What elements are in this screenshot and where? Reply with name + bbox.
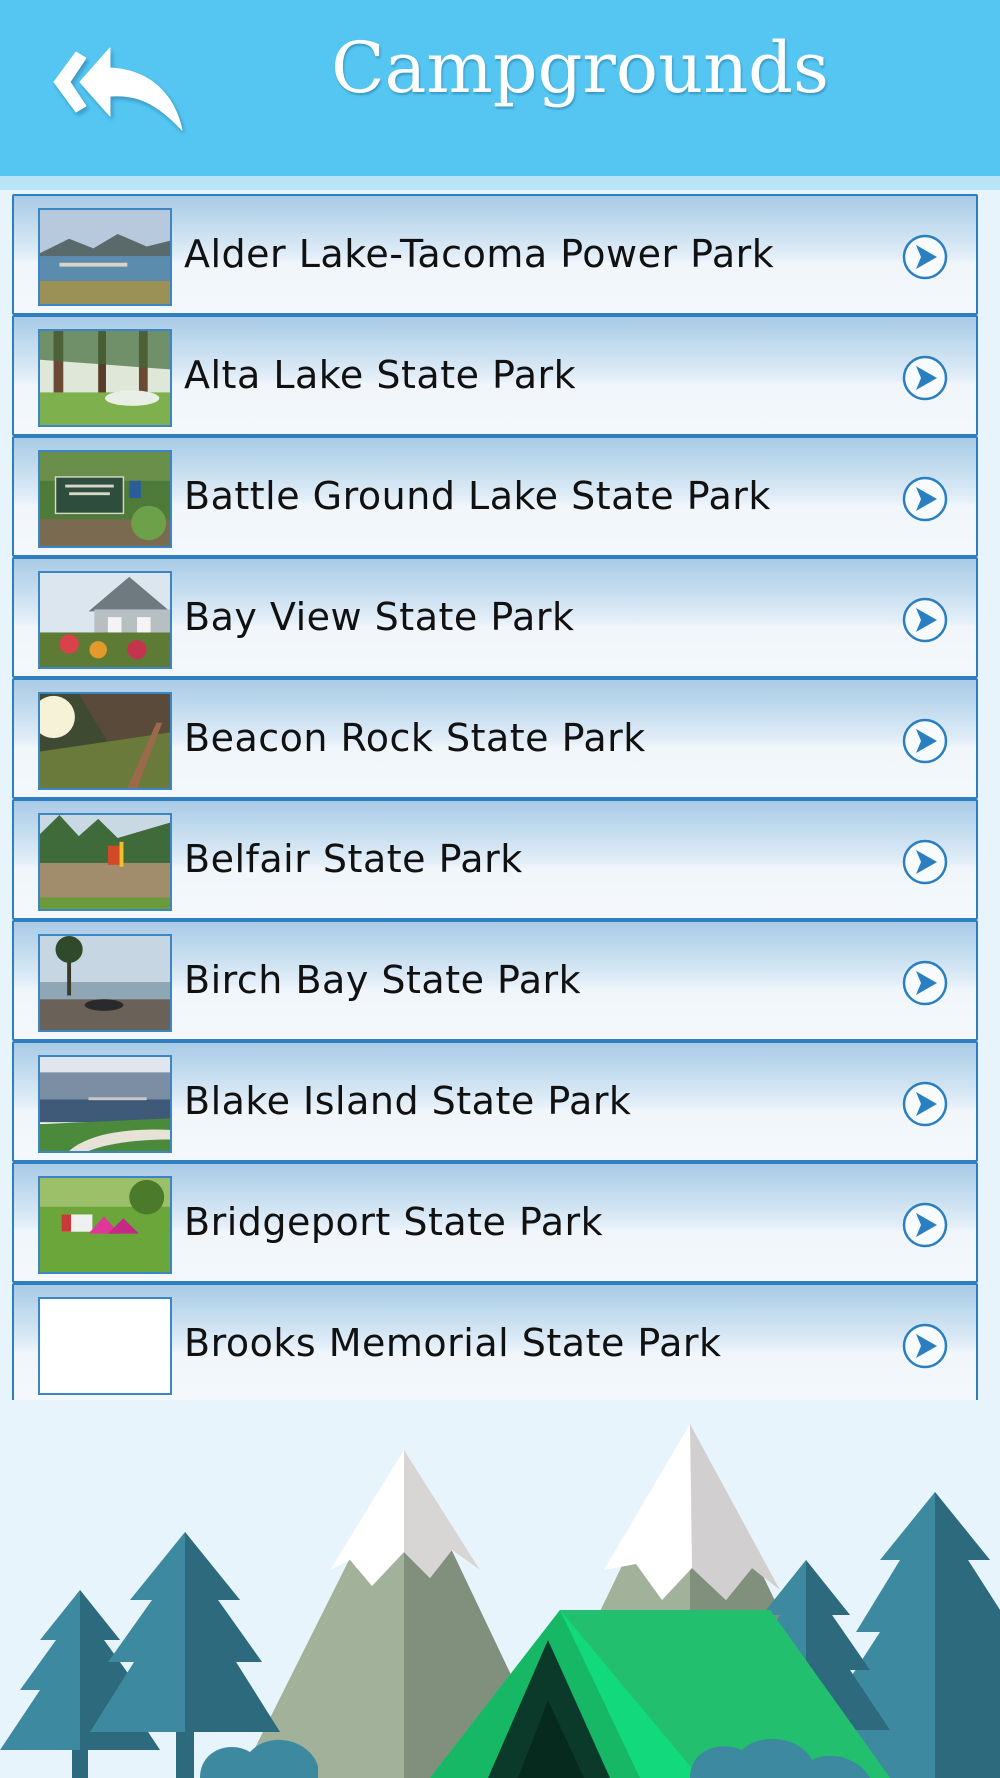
park-name: Brooks Memorial State Park (184, 1321, 722, 1365)
park-thumbnail (38, 813, 172, 911)
park-name: Blake Island State Park (184, 1079, 632, 1123)
park-thumbnail (38, 1055, 172, 1153)
park-thumbnail (38, 329, 172, 427)
list-item[interactable]: Alta Lake State Park (12, 315, 978, 436)
campground-list[interactable]: Alder Lake-Tacoma Power Park Alta Lake S… (12, 194, 978, 1400)
chevron-right-circle-icon (902, 1323, 948, 1369)
list-item[interactable]: Alder Lake-Tacoma Power Park (12, 194, 978, 315)
park-thumbnail (38, 934, 172, 1032)
list-item[interactable]: Beacon Rock State Park (12, 678, 978, 799)
list-item[interactable]: Bridgeport State Park (12, 1162, 978, 1283)
list-item[interactable]: Brooks Memorial State Park (12, 1283, 978, 1400)
list-item[interactable]: Bay View State Park (12, 557, 978, 678)
list-item[interactable]: Birch Bay State Park (12, 920, 978, 1041)
park-name: Belfair State Park (184, 837, 523, 881)
park-name: Alder Lake-Tacoma Power Park (184, 232, 775, 276)
chevron-right-circle-icon (902, 1081, 948, 1127)
list-item[interactable]: Battle Ground Lake State Park (12, 436, 978, 557)
chevron-right-circle-icon (902, 1202, 948, 1248)
park-thumbnail (38, 1297, 172, 1395)
park-name: Bay View State Park (184, 595, 575, 639)
park-thumbnail (38, 1176, 172, 1274)
mountain-tent-illustration (0, 1424, 1000, 1778)
park-thumbnail (38, 450, 172, 548)
park-name: Birch Bay State Park (184, 958, 582, 1002)
chevron-right-circle-icon (902, 476, 948, 522)
park-name: Beacon Rock State Park (184, 716, 646, 760)
chevron-right-circle-icon (902, 839, 948, 885)
park-thumbnail (38, 692, 172, 790)
list-item[interactable]: Belfair State Park (12, 799, 978, 920)
double-back-arrow-icon (53, 47, 183, 131)
chevron-right-circle-icon (902, 960, 948, 1006)
back-button[interactable] (50, 44, 190, 138)
list-item[interactable]: Blake Island State Park (12, 1041, 978, 1162)
chevron-right-circle-icon (902, 355, 948, 401)
park-name: Battle Ground Lake State Park (184, 474, 771, 518)
chevron-right-circle-icon (902, 718, 948, 764)
park-thumbnail (38, 571, 172, 669)
park-name: Alta Lake State Park (184, 353, 577, 397)
park-thumbnail (38, 208, 172, 306)
page-title: Campgrounds (331, 27, 829, 109)
chevron-right-circle-icon (902, 234, 948, 280)
header-divider (0, 176, 1000, 190)
chevron-right-circle-icon (902, 597, 948, 643)
park-name: Bridgeport State Park (184, 1200, 604, 1244)
